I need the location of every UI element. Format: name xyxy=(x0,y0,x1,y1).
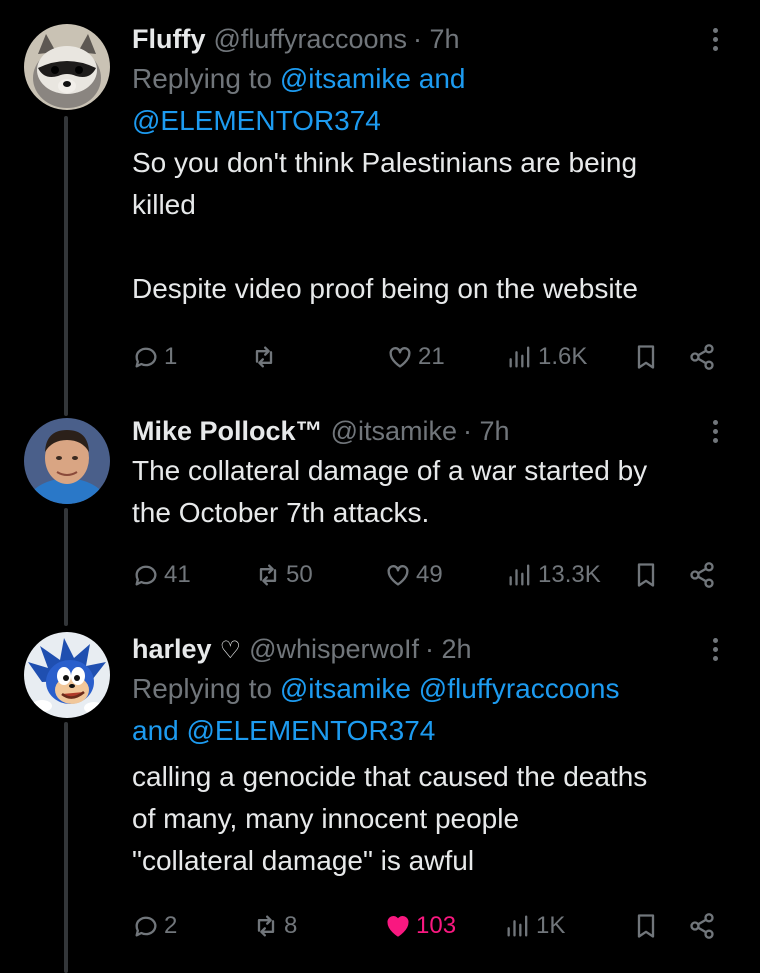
reply-count: 41 xyxy=(164,561,191,588)
replying-to-label: Replying to xyxy=(132,673,280,704)
tweet[interactable]: harley ♡ @whisperwoIf · 2h Replying to @… xyxy=(0,610,760,973)
share-button[interactable] xyxy=(688,339,716,375)
tweet-header: Fluffy @fluffyraccoons · 7h xyxy=(132,20,736,58)
author-handle[interactable]: @fluffyraccoons xyxy=(214,20,408,58)
repost-icon xyxy=(259,564,277,586)
like-button[interactable]: 21 xyxy=(386,339,445,375)
replying-to: Replying to @itsamike and @ELEMENTOR374 xyxy=(132,58,736,142)
heart-filled-icon xyxy=(387,916,409,937)
tweet-text: So you don't think Palestinians are bein… xyxy=(132,147,638,304)
tweet-text: calling a genocide that caused the death… xyxy=(132,761,648,876)
name-heart-symbol: ♡ xyxy=(219,637,242,664)
more-options-icon[interactable] xyxy=(700,416,730,446)
views-icon xyxy=(507,915,528,937)
share-icon xyxy=(690,562,714,588)
view-count: 13.3K xyxy=(538,561,601,588)
tweet-header: harley ♡ @whisperwoIf · 2h xyxy=(132,630,736,668)
bookmark-icon xyxy=(637,914,655,938)
more-options-icon[interactable] xyxy=(700,24,730,54)
mention-link[interactable]: @itsamike xyxy=(280,63,411,94)
share-button[interactable] xyxy=(688,908,716,944)
bookmark-icon xyxy=(637,345,655,369)
reply-count: 1 xyxy=(164,343,178,370)
share-button[interactable] xyxy=(688,557,716,593)
raccoon-avatar-image xyxy=(24,24,110,110)
avatar[interactable] xyxy=(24,632,110,718)
share-icon xyxy=(690,344,714,370)
author-name[interactable]: Mike Pollock™ xyxy=(132,412,323,450)
like-button[interactable]: 103 xyxy=(384,908,456,944)
avatar[interactable] xyxy=(24,24,110,110)
heart-icon xyxy=(387,565,409,586)
replying-to-label: Replying to xyxy=(132,63,280,94)
heart-icon xyxy=(389,347,411,368)
tweet-header: Mike Pollock™ @itsamike · 7h xyxy=(132,412,736,450)
timestamp[interactable]: · 2h xyxy=(425,630,472,668)
reply-button[interactable]: 1 xyxy=(132,339,177,375)
like-button[interactable]: 49 xyxy=(384,557,443,593)
more-options-icon[interactable] xyxy=(700,634,730,664)
views-icon xyxy=(509,346,530,368)
mention-link[interactable]: @fluffyraccoons xyxy=(419,673,620,704)
repost-icon xyxy=(255,346,273,368)
author-handle[interactable]: @whisperwoIf xyxy=(249,630,419,668)
reply-icon xyxy=(135,916,157,937)
mention-joiner: and xyxy=(132,715,187,746)
like-count: 103 xyxy=(416,912,457,939)
repost-icon xyxy=(257,915,275,937)
view-count: 1K xyxy=(536,912,566,939)
repost-button[interactable]: 8 xyxy=(252,908,297,944)
author-name[interactable]: Fluffy xyxy=(132,20,206,58)
tweet[interactable]: Mike Pollock™ @itsamike · 7h The collate… xyxy=(0,400,760,610)
bookmark-button[interactable] xyxy=(632,339,660,375)
bookmark-button[interactable] xyxy=(632,557,660,593)
repost-button[interactable] xyxy=(250,339,282,375)
bookmark-icon xyxy=(637,563,655,587)
like-count: 21 xyxy=(418,343,445,370)
repost-count: 8 xyxy=(284,912,298,939)
bookmark-button[interactable] xyxy=(632,908,660,944)
tweet-actions: 1 21 1.6K xyxy=(132,339,732,375)
views-icon xyxy=(509,564,530,586)
mention-link[interactable]: @ELEMENTOR374 xyxy=(187,715,436,746)
replying-to: Replying to @itsamike @fluffyraccoons an… xyxy=(132,668,736,752)
views-button[interactable]: 1.6K xyxy=(506,339,587,375)
reply-button[interactable]: 41 xyxy=(132,557,191,593)
views-button[interactable]: 13.3K xyxy=(506,557,601,593)
tweet[interactable]: Fluffy @fluffyraccoons · 7h Replying to … xyxy=(0,0,760,400)
repost-count: 50 xyxy=(286,561,313,588)
reply-button[interactable]: 2 xyxy=(132,908,177,944)
reply-icon xyxy=(135,565,157,586)
timestamp[interactable]: · 7h xyxy=(463,412,510,450)
tweet-actions: 41 50 49 13.3K xyxy=(132,557,732,593)
like-count: 49 xyxy=(416,561,443,588)
tweet-actions: 2 8 103 1K xyxy=(132,908,732,944)
reply-count: 2 xyxy=(164,912,178,939)
mention-joiner: and xyxy=(411,63,466,94)
view-count: 1.6K xyxy=(538,343,588,370)
mention-link[interactable]: @itsamike xyxy=(280,673,411,704)
hedgehog-cartoon-avatar-image xyxy=(24,632,110,718)
timestamp[interactable]: · 7h xyxy=(413,20,460,58)
repost-button[interactable]: 50 xyxy=(254,557,313,593)
profile-photo-image xyxy=(24,418,110,504)
reply-icon xyxy=(135,347,157,368)
avatar[interactable] xyxy=(24,418,110,504)
author-handle[interactable]: @itsamike xyxy=(331,412,457,450)
mention-link[interactable]: @ELEMENTOR374 xyxy=(132,105,381,136)
tweet-text: The collateral damage of a war started b… xyxy=(132,455,648,528)
share-icon xyxy=(690,913,714,939)
author-name[interactable]: harley xyxy=(132,630,212,668)
views-button[interactable]: 1K xyxy=(504,908,565,944)
